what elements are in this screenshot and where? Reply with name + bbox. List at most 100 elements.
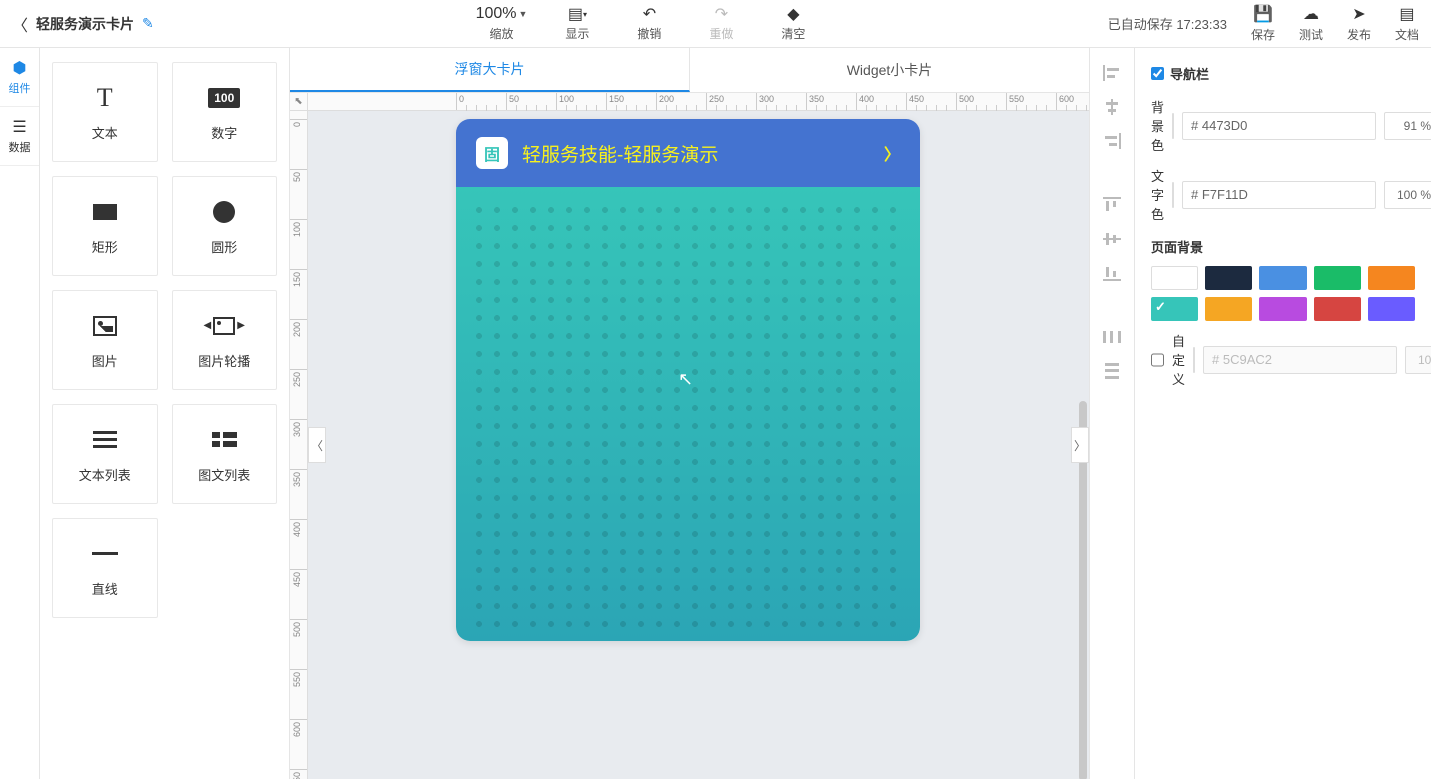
text-icon: T xyxy=(97,83,113,113)
page-bg-color-swatch[interactable] xyxy=(1259,266,1306,290)
nav-components[interactable]: ⬢ 组件 xyxy=(0,48,39,107)
textcolor-hex-input[interactable] xyxy=(1182,181,1376,209)
textcolor-swatch[interactable] xyxy=(1172,182,1174,208)
ruler-tick: 500 xyxy=(290,619,307,620)
ruler-tick: 550 xyxy=(1006,93,1007,110)
preview-card[interactable]: 固 轻服务技能-轻服务演示 〉 xyxy=(456,119,920,641)
textcolor-label: 文字色 xyxy=(1151,166,1164,223)
ruler-tick: 50 xyxy=(506,93,507,110)
eraser-icon: ◆ xyxy=(787,5,799,23)
ruler-tick: 100 xyxy=(556,93,557,110)
publish-button[interactable]: ➤ 发布 xyxy=(1347,4,1371,43)
page-bg-color-swatch[interactable] xyxy=(1205,297,1252,321)
page-bg-color-swatch[interactable] xyxy=(1314,266,1361,290)
custom-color-opacity-input[interactable] xyxy=(1405,346,1431,374)
ruler-tick: 300 xyxy=(756,93,757,110)
clear-button[interactable]: ◆ 清空 xyxy=(771,5,815,42)
canvas-stage[interactable]: 〈 固 轻服务技能-轻服务演示 〉 ↖ 〉 xyxy=(308,111,1089,779)
palette-rect[interactable]: 矩形 xyxy=(52,176,158,276)
ruler-horizontal[interactable]: 050100150200250300350400450500550600650 xyxy=(308,93,1089,111)
distribute-h-icon[interactable] xyxy=(1101,328,1123,346)
ruler-tick: 450 xyxy=(906,93,907,110)
display-button[interactable]: ▤▾ 显示 xyxy=(555,5,599,42)
back-icon[interactable]: 〈 xyxy=(12,12,28,36)
palette-text[interactable]: T 文本 xyxy=(52,62,158,162)
palette-circle[interactable]: 圆形 xyxy=(172,176,278,276)
palette-number[interactable]: 100 数字 xyxy=(172,62,278,162)
collapse-left-button[interactable]: 〈 xyxy=(308,427,326,463)
number-icon: 100 xyxy=(208,88,240,108)
align-left-icon[interactable] xyxy=(1101,64,1123,82)
tab-widget-card[interactable]: Widget小卡片 xyxy=(690,48,1089,92)
document-icon: ▤ xyxy=(1399,4,1414,24)
page-bg-color-swatch[interactable] xyxy=(1205,266,1252,290)
align-bottom-icon[interactable] xyxy=(1101,264,1123,282)
palette-image[interactable]: 图片 xyxy=(52,290,158,390)
align-top-icon[interactable] xyxy=(1101,196,1123,214)
page-bg-color-swatch[interactable] xyxy=(1368,266,1415,290)
save-icon: 💾 xyxy=(1253,4,1273,24)
bgcolor-opacity-input[interactable] xyxy=(1384,112,1431,140)
custom-color-swatch[interactable] xyxy=(1193,347,1195,373)
textlist-icon xyxy=(93,431,117,448)
ruler-tick: 0 xyxy=(290,119,307,120)
tab-floating-card[interactable]: 浮窗大卡片 xyxy=(290,48,690,92)
ruler-tick: 300 xyxy=(290,419,307,420)
ruler-tick: 400 xyxy=(856,93,857,110)
ruler-tick: 150 xyxy=(290,269,307,270)
bgcolor-swatch[interactable] xyxy=(1172,113,1174,139)
align-center-h-icon[interactable] xyxy=(1101,98,1123,116)
card-navbar[interactable]: 固 轻服务技能-轻服务演示 〉 xyxy=(456,119,920,187)
page-bg-color-swatch[interactable] xyxy=(1151,297,1198,321)
distribute-v-icon[interactable] xyxy=(1101,362,1123,380)
edit-title-icon[interactable]: ✎ xyxy=(142,15,154,32)
custom-color-hex-input[interactable] xyxy=(1203,346,1397,374)
test-button[interactable]: ☁ 测试 xyxy=(1299,4,1323,43)
undo-button[interactable]: ↶ 撤销 xyxy=(627,5,671,42)
canvas-zone: 浮窗大卡片 Widget小卡片 ⬉ 0 50 100 150 200 250 300 350 4… xyxy=(290,48,1089,779)
align-center-v-icon[interactable] xyxy=(1101,230,1123,248)
top-toolbar: 〈 轻服务演示卡片 ✎ 100%▼ 缩放 ▤▾ 显示 ↶ 撤销 ↷ 重做 ◆ xyxy=(0,0,1431,48)
palette-imagelist[interactable]: 图文列表 xyxy=(172,404,278,504)
ruler-tick: 600 xyxy=(1056,93,1057,110)
page-bg-color-swatch[interactable] xyxy=(1259,297,1306,321)
palette-carousel[interactable]: ◀▶ 图片轮播 xyxy=(172,290,278,390)
stage-wrap: ⬉ 05010015020025030035040045050055060065… xyxy=(290,93,1089,779)
page-bg-color-swatch[interactable] xyxy=(1314,297,1361,321)
ruler-tick: 200 xyxy=(290,319,307,320)
custom-color-label: 自定义 xyxy=(1172,331,1185,388)
cube-icon: ⬢ xyxy=(13,58,27,78)
imagelist-icon xyxy=(212,432,237,447)
card-body[interactable] xyxy=(456,187,920,641)
card-logo-icon: 固 xyxy=(476,137,508,169)
chevron-right-icon[interactable]: 〉 xyxy=(884,141,900,165)
nav-data[interactable]: ☰ 数据 xyxy=(0,107,39,166)
ruler-tick: 0 xyxy=(456,93,457,110)
ruler-vertical[interactable]: 050100150200250300350400450500550600650 xyxy=(290,111,308,779)
palette-textlist[interactable]: 文本列表 xyxy=(52,404,158,504)
align-right-icon[interactable] xyxy=(1101,132,1123,150)
card-grid xyxy=(470,201,906,627)
ruler-tick: 350 xyxy=(290,469,307,470)
ruler-tick: 250 xyxy=(706,93,707,110)
ruler-tick: 150 xyxy=(606,93,607,110)
line-icon xyxy=(92,552,118,555)
ruler-tick: 350 xyxy=(806,93,807,110)
page-bg-title: 页面背景 xyxy=(1151,237,1415,256)
zoom-control[interactable]: 100%▼ 缩放 xyxy=(476,5,528,42)
page-bg-color-swatch[interactable] xyxy=(1151,266,1198,290)
bgcolor-hex-input[interactable] xyxy=(1182,112,1376,140)
save-button[interactable]: 💾 保存 xyxy=(1251,4,1275,43)
doc-button[interactable]: ▤ 文档 xyxy=(1395,4,1419,43)
cloud-icon: ☁ xyxy=(1303,4,1319,24)
navbar-checkbox[interactable] xyxy=(1151,67,1164,80)
textcolor-opacity-input[interactable] xyxy=(1384,181,1431,209)
ruler-origin[interactable]: ⬉ xyxy=(290,93,308,111)
palette-line[interactable]: 直线 xyxy=(52,518,158,618)
redo-button[interactable]: ↷ 重做 xyxy=(699,5,743,42)
undo-icon: ↶ xyxy=(643,5,656,23)
rect-icon xyxy=(93,204,117,220)
collapse-right-button[interactable]: 〉 xyxy=(1071,427,1089,463)
page-bg-color-swatch[interactable] xyxy=(1368,297,1415,321)
custom-color-checkbox[interactable] xyxy=(1151,353,1164,367)
